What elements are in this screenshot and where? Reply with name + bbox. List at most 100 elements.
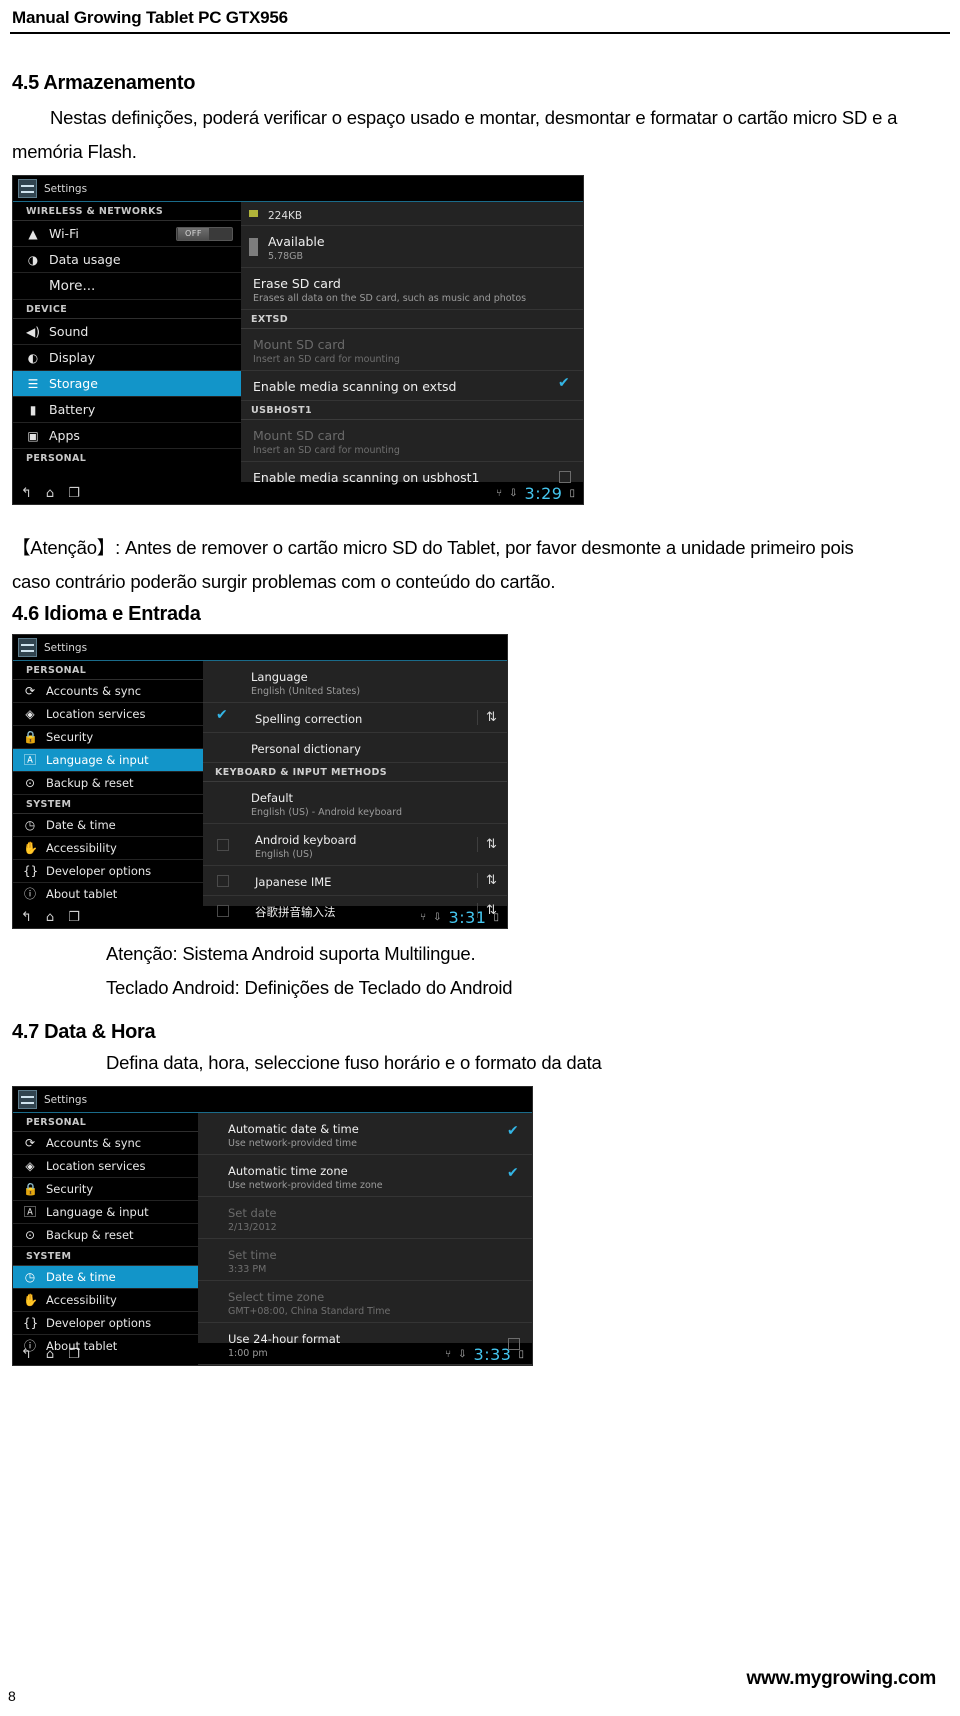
storage-row-erase-sd[interactable]: Erase SD card Erases all data on the SD … bbox=[241, 268, 583, 310]
sidebar-item-label: Backup & reset bbox=[46, 776, 134, 790]
sidebar-item-battery[interactable]: ▮ Battery bbox=[13, 397, 241, 423]
sidebar-item-about-tablet[interactable]: ⓘ About tablet bbox=[13, 1335, 198, 1357]
sidebar-item-apps[interactable]: ▣ Apps bbox=[13, 423, 241, 449]
language-row-japanese-ime[interactable]: Japanese IME ⇅ bbox=[203, 866, 507, 896]
checkbox-japanese-ime[interactable] bbox=[217, 874, 229, 887]
checkbox-scan-usbhost[interactable] bbox=[559, 470, 571, 483]
sidebar-item-language-input[interactable]: 🄰 Language & input bbox=[13, 1201, 198, 1224]
recent-apps-icon[interactable]: ❐ bbox=[68, 910, 80, 925]
sidebar-item-date-time[interactable]: ◷ Date & time bbox=[13, 1266, 198, 1289]
sidebar-item-more[interactable]: More... bbox=[13, 273, 241, 300]
row-sub: Use network-provided time bbox=[228, 1138, 357, 1149]
checkbox-automatic-time-zone[interactable] bbox=[507, 1166, 520, 1182]
sidebar-group-personal: PERSONAL bbox=[13, 1113, 198, 1132]
sidebar-group-system: SYSTEM bbox=[13, 1247, 198, 1266]
settings-sliders-icon[interactable]: ⇅ bbox=[477, 903, 497, 918]
datetime-row-set-date: Set date 2/13/2012 bbox=[198, 1197, 532, 1239]
storage-app-title: Settings bbox=[44, 182, 88, 195]
sidebar-item-language-input[interactable]: 🄰 Language & input bbox=[13, 749, 203, 772]
settings-app-icon bbox=[18, 179, 37, 198]
datetime-row-automatic-time-zone[interactable]: Automatic time zone Use network-provided… bbox=[198, 1155, 532, 1197]
sidebar-item-accounts-sync[interactable]: ⟳ Accounts & sync bbox=[13, 680, 203, 703]
language-row-google-pinyin[interactable]: 谷歌拼音输入法 ⇅ bbox=[203, 896, 507, 925]
language-sidebar[interactable]: PERSONAL ⟳ Accounts & sync ◈ Location se… bbox=[13, 661, 203, 906]
datetime-row-automatic-date-time[interactable]: Automatic date & time Use network-provid… bbox=[198, 1113, 532, 1155]
settings-sliders-icon[interactable]: ⇅ bbox=[477, 710, 497, 725]
clock-icon: ◷ bbox=[24, 818, 36, 832]
checkbox-automatic-date-time[interactable] bbox=[507, 1124, 520, 1140]
sidebar-item-location-services[interactable]: ◈ Location services bbox=[13, 1155, 198, 1178]
back-icon[interactable]: ↰ bbox=[21, 910, 32, 925]
language-row-default[interactable]: Default English (US) - Android keyboard bbox=[203, 782, 507, 824]
language-row-android-keyboard[interactable]: Android keyboard English (US) ⇅ bbox=[203, 824, 507, 866]
datetime-sidebar[interactable]: PERSONAL ⟳ Accounts & sync ◈ Location se… bbox=[13, 1113, 198, 1353]
checkbox-google-pinyin[interactable] bbox=[217, 904, 229, 917]
language-row-personal-dictionary[interactable]: Personal dictionary bbox=[203, 733, 507, 763]
checkbox-scan-extsd[interactable] bbox=[558, 376, 571, 392]
sidebar-item-label: Backup & reset bbox=[46, 1228, 134, 1242]
sidebar-item-accessibility[interactable]: ✋ Accessibility bbox=[13, 837, 203, 860]
row-title: Set date bbox=[228, 1206, 277, 1220]
storage-row-scan-usbhost[interactable]: Enable media scanning on usbhost1 bbox=[241, 462, 583, 491]
checkbox-android-keyboard[interactable] bbox=[217, 838, 229, 851]
backup-reset-icon: ⊙ bbox=[24, 1228, 36, 1242]
sidebar-item-display[interactable]: ◐ Display bbox=[13, 345, 241, 371]
display-icon: ◐ bbox=[27, 350, 39, 365]
language-icon: 🄰 bbox=[23, 753, 36, 767]
settings-sliders-icon[interactable]: ⇅ bbox=[477, 873, 497, 888]
section-heading-4-5: 4.5 Armazenamento bbox=[12, 72, 196, 94]
sidebar-group-wireless: WIRELESS & NETWORKS bbox=[13, 202, 241, 221]
storage-content[interactable]: 224KB Available 5.78GB Erase SD card Era… bbox=[241, 202, 583, 485]
sidebar-item-label: Language & input bbox=[46, 753, 149, 767]
checkbox-spelling-correction[interactable] bbox=[216, 708, 229, 724]
storage-row-scan-extsd[interactable]: Enable media scanning on extsd bbox=[241, 371, 583, 401]
sidebar-item-location-services[interactable]: ◈ Location services bbox=[13, 703, 203, 726]
row-title: Personal dictionary bbox=[251, 742, 361, 756]
sidebar-item-developer-options[interactable]: {} Developer options bbox=[13, 860, 203, 883]
home-icon[interactable]: ⌂ bbox=[46, 486, 54, 501]
footer-website-url: www.mygrowing.com bbox=[746, 1668, 937, 1689]
storage-row-title: Mount SD card bbox=[253, 428, 346, 443]
storage-row-available[interactable]: Available 5.78GB bbox=[241, 226, 583, 268]
language-row-language[interactable]: Language English (United States) bbox=[203, 661, 507, 703]
sidebar-item-label: More... bbox=[49, 278, 96, 294]
sidebar-item-sound[interactable]: ◀) Sound bbox=[13, 319, 241, 345]
developer-options-icon: {} bbox=[23, 864, 39, 878]
sidebar-item-about-tablet[interactable]: ⓘ About tablet bbox=[13, 883, 203, 905]
sidebar-item-backup-reset[interactable]: ⊙ Backup & reset bbox=[13, 1224, 198, 1247]
row-sub: 2/13/2012 bbox=[228, 1222, 277, 1233]
about-tablet-icon: ⓘ bbox=[23, 887, 36, 901]
storage-row-224kb[interactable]: 224KB bbox=[241, 202, 583, 226]
sidebar-item-date-time[interactable]: ◷ Date & time bbox=[13, 814, 203, 837]
home-icon[interactable]: ⌂ bbox=[46, 910, 54, 925]
language-content[interactable]: Language English (United States) Spellin… bbox=[203, 661, 507, 919]
language-titlebar: Settings bbox=[13, 635, 507, 661]
wifi-toggle[interactable]: OFF bbox=[176, 226, 233, 241]
sidebar-item-developer-options[interactable]: {} Developer options bbox=[13, 1312, 198, 1335]
sidebar-item-label: Security bbox=[46, 730, 94, 744]
accessibility-icon: ✋ bbox=[23, 841, 38, 855]
checkbox-24-hour-format[interactable] bbox=[508, 1337, 520, 1350]
recent-apps-icon[interactable]: ❐ bbox=[68, 486, 80, 501]
sidebar-item-backup-reset[interactable]: ⊙ Backup & reset bbox=[13, 772, 203, 795]
datetime-row-24-hour-format[interactable]: Use 24-hour format 1:00 pm bbox=[198, 1323, 532, 1365]
back-icon[interactable]: ↰ bbox=[21, 486, 32, 501]
sidebar-item-storage[interactable]: ☰ Storage bbox=[13, 371, 241, 397]
storage-sidebar[interactable]: WIRELESS & NETWORKS ▲ Wi-Fi OFF ◑ Data u… bbox=[13, 202, 241, 482]
sidebar-item-label: Language & input bbox=[46, 1205, 149, 1219]
sidebar-item-data-usage[interactable]: ◑ Data usage bbox=[13, 247, 241, 273]
datetime-row-select-date-format[interactable]: Select date format 12/31/2012 bbox=[198, 1365, 532, 1366]
sidebar-item-label: Display bbox=[49, 350, 96, 365]
row-title: 谷歌拼音输入法 bbox=[255, 905, 336, 919]
sidebar-item-security[interactable]: 🔒 Security bbox=[13, 1178, 198, 1201]
sidebar-item-security[interactable]: 🔒 Security bbox=[13, 726, 203, 749]
language-row-spelling-correction[interactable]: Spelling correction ⇅ bbox=[203, 703, 507, 733]
data-usage-icon: ◑ bbox=[27, 252, 39, 267]
sidebar-item-wifi[interactable]: ▲ Wi-Fi OFF bbox=[13, 221, 241, 247]
sidebar-item-accounts-sync[interactable]: ⟳ Accounts & sync bbox=[13, 1132, 198, 1155]
sidebar-item-accessibility[interactable]: ✋ Accessibility bbox=[13, 1289, 198, 1312]
settings-sliders-icon[interactable]: ⇅ bbox=[477, 837, 497, 852]
sound-icon: ◀) bbox=[26, 324, 40, 339]
row-title: Android keyboard bbox=[255, 833, 357, 847]
datetime-content[interactable]: Automatic date & time Use network-provid… bbox=[198, 1113, 532, 1365]
